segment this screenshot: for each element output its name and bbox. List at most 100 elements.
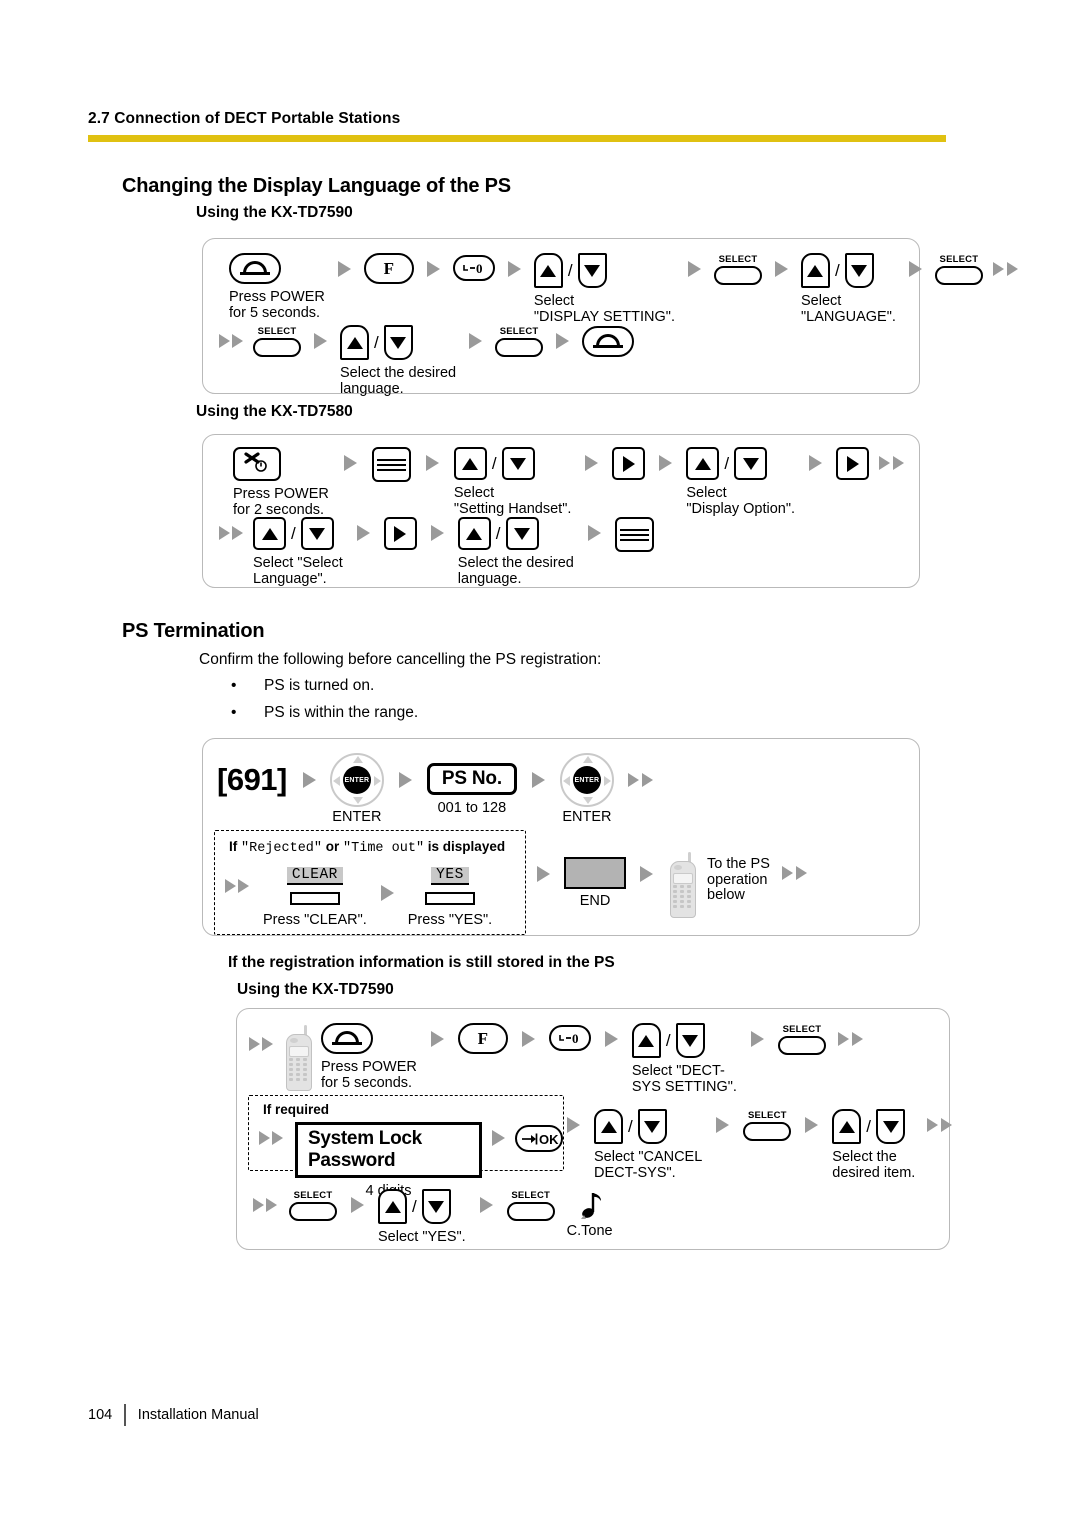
- flow-arrow-icon: [356, 525, 370, 541]
- power-key-icon[interactable]: [321, 1023, 373, 1054]
- flow-arrow-icon: [585, 455, 599, 471]
- flow-arrow-icon: [640, 866, 653, 882]
- select-key-icon[interactable]: SELECT: [934, 254, 983, 285]
- down-key-icon[interactable]: [675, 1023, 705, 1058]
- zero-key-icon[interactable]: 0: [452, 255, 495, 281]
- power-key-icon[interactable]: [229, 253, 281, 284]
- page-footer: 104 Installation Manual: [88, 1404, 259, 1426]
- down-key-icon[interactable]: [300, 517, 334, 550]
- flow-arrow-icon: [426, 261, 440, 277]
- select-key-label: SELECT: [939, 254, 979, 265]
- power-key-icon[interactable]: [582, 326, 635, 357]
- key-separator: /: [724, 454, 730, 473]
- caption-language: Select "LANGUAGE".: [800, 293, 896, 325]
- subtitle-using-7580: Using the KX-TD7580: [196, 403, 353, 420]
- svg-text:OK: OK: [539, 1132, 559, 1147]
- flow-arrow-icon: [992, 262, 1004, 276]
- still-stored-title: If the registration information is still…: [228, 954, 615, 971]
- yes-key-label: YES: [431, 867, 469, 885]
- rt-part-d: "Time out": [343, 841, 425, 856]
- up-key-icon[interactable]: [453, 447, 487, 480]
- flow-panel-ps-termination: [691] ENTER ENTER PS No. 001 to 128 ENTE…: [202, 738, 920, 936]
- select-key-icon[interactable]: SELECT: [777, 1025, 826, 1055]
- select-key-icon[interactable]: SELECT: [506, 1190, 555, 1221]
- flow-arrow-icon: [774, 261, 788, 277]
- key-separator: /: [412, 1197, 417, 1216]
- bullet-text: PS is within the range.: [264, 704, 419, 721]
- down-key-icon[interactable]: [383, 325, 413, 360]
- select-key-icon[interactable]: SELECT: [713, 254, 762, 285]
- section-heading: 2.7 Connection of DECT Portable Stations: [88, 110, 401, 127]
- select-key-icon[interactable]: SELECT: [289, 1191, 337, 1221]
- rejected-timeout-title: If "Rejected" or "Time out" is displayed: [229, 839, 505, 856]
- ok-key-icon[interactable]: OK: [515, 1125, 563, 1152]
- flow-arrow-icon: [430, 525, 444, 541]
- up-key-icon[interactable]: [253, 517, 286, 550]
- up-key-icon[interactable]: [800, 253, 830, 288]
- up-key-icon[interactable]: [686, 447, 720, 480]
- up-key-icon[interactable]: [594, 1109, 623, 1144]
- up-key-icon[interactable]: [533, 253, 563, 288]
- page-number: 104: [88, 1407, 113, 1423]
- flow-arrow-icon: [687, 261, 701, 277]
- handset-glyph: [593, 333, 624, 348]
- ps-termination-title: PS Termination: [122, 620, 265, 642]
- power-key-7580-icon[interactable]: [233, 447, 281, 481]
- bullet-dot: •: [231, 704, 237, 721]
- yes-soft-key[interactable]: YES: [424, 867, 475, 905]
- clear-soft-key[interactable]: CLEAR: [286, 867, 343, 905]
- bullet-text: PS is turned on.: [264, 677, 375, 694]
- flow-arrow-icon: [232, 334, 243, 348]
- menu-key-icon[interactable]: [371, 447, 411, 482]
- right-key-icon[interactable]: [836, 447, 870, 480]
- zero-key-icon[interactable]: 0: [548, 1025, 591, 1051]
- flow-arrow-icon: [219, 334, 230, 348]
- down-key-icon[interactable]: [637, 1109, 667, 1144]
- select-key-icon[interactable]: SELECT: [253, 327, 301, 357]
- down-key-icon[interactable]: [577, 253, 607, 288]
- select-key-icon[interactable]: SELECT: [743, 1111, 792, 1141]
- select-key-label: SELECT: [511, 1190, 551, 1201]
- flow-panel-7580: Press POWER for 2 seconds. / Select "Set…: [202, 434, 920, 588]
- f-key-icon[interactable]: F: [457, 1023, 508, 1054]
- down-key-icon[interactable]: [421, 1189, 451, 1224]
- enter-key-icon[interactable]: ENTER: [329, 753, 384, 807]
- flow-arrow-icon: [430, 1031, 444, 1047]
- key-separator: /: [665, 1031, 671, 1050]
- down-key-icon[interactable]: [844, 253, 874, 288]
- key-separator: /: [567, 261, 573, 280]
- select-key-label: SELECT: [718, 254, 758, 265]
- clear-key-label: CLEAR: [286, 867, 343, 885]
- right-key-icon[interactable]: [612, 447, 646, 480]
- f-key-icon[interactable]: F: [363, 253, 414, 284]
- flow-arrow-icon: [879, 456, 891, 470]
- rt-part-c: or: [322, 839, 344, 854]
- down-key-icon[interactable]: [876, 1109, 906, 1144]
- down-key-icon[interactable]: [505, 517, 539, 550]
- caption-enter: ENTER: [562, 809, 612, 825]
- enter-key-icon[interactable]: ENTER: [559, 753, 614, 807]
- caption-enter: ENTER: [332, 809, 382, 825]
- up-key-icon[interactable]: [457, 517, 491, 550]
- page-title: Changing the Display Language of the PS: [122, 175, 511, 197]
- flow-arrow-icon: [781, 866, 793, 880]
- flow-arrow-icon: [337, 261, 351, 277]
- down-key-icon[interactable]: [501, 447, 535, 480]
- up-key-icon[interactable]: [340, 325, 369, 360]
- if-required-box: If required System Lock Password 4 digit…: [248, 1095, 564, 1199]
- menu-key-icon[interactable]: [614, 517, 654, 552]
- flow-arrow-icon: [521, 1031, 535, 1047]
- flow-arrow-icon: [351, 1197, 364, 1213]
- up-key-icon[interactable]: [378, 1189, 407, 1224]
- flow-arrow-icon: [302, 772, 316, 788]
- up-key-icon[interactable]: [631, 1023, 661, 1058]
- flow-arrow-icon: [750, 1031, 764, 1047]
- flow-arrow-icon: [587, 525, 601, 541]
- flow-arrow-icon: [507, 261, 521, 277]
- cordless-phone-icon: [283, 1025, 313, 1091]
- down-key-icon[interactable]: [734, 447, 768, 480]
- right-key-icon[interactable]: [383, 517, 417, 550]
- up-key-icon[interactable]: [832, 1109, 862, 1144]
- music-note-glyph: [580, 1193, 601, 1219]
- select-key-icon[interactable]: SELECT: [495, 327, 544, 357]
